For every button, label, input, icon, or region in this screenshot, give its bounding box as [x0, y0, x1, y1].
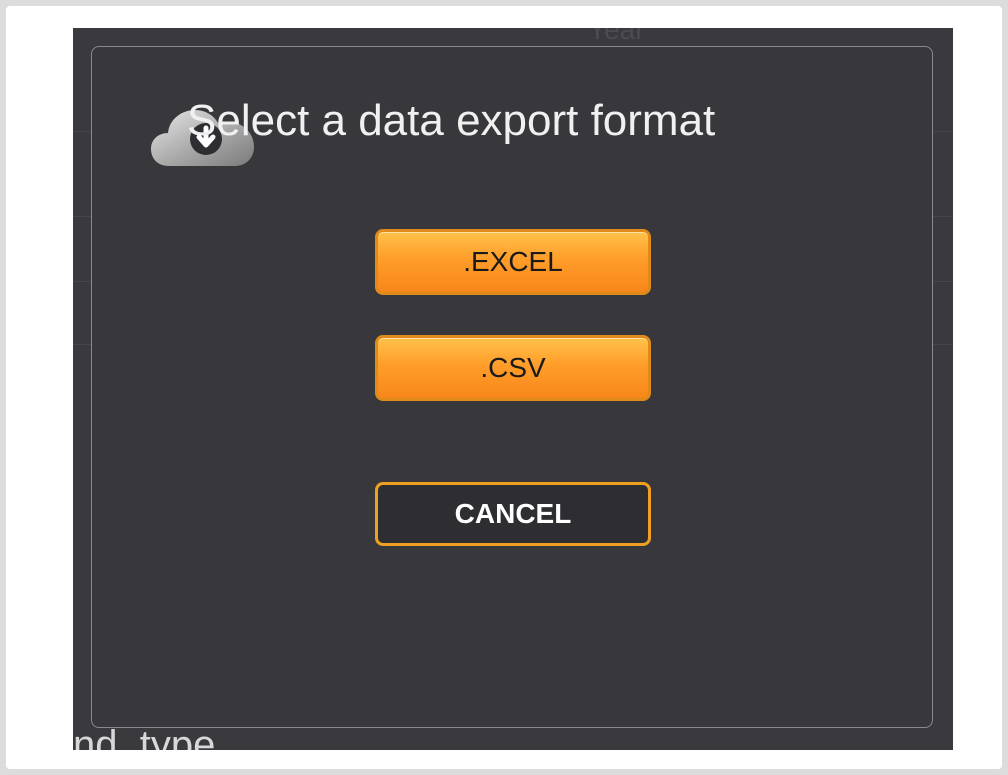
dialog-title: Select a data export format	[187, 96, 716, 145]
export-excel-button[interactable]: .EXCEL	[375, 229, 651, 295]
background-column-header: Year	[588, 28, 645, 45]
cancel-button[interactable]: CANCEL	[375, 482, 651, 546]
export-csv-button[interactable]: .CSV	[375, 335, 651, 401]
